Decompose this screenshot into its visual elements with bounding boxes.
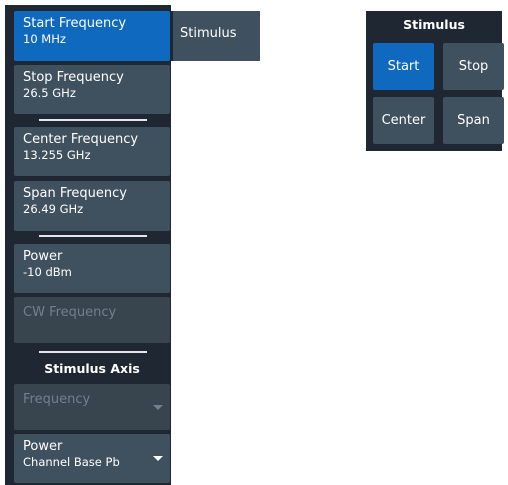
stop-frequency-label: Stop Frequency (23, 70, 124, 85)
center-frequency-value: 13.255 GHz (23, 148, 91, 162)
stop-frequency-button[interactable]: Stop Frequency 26.5 GHz (14, 65, 170, 114)
softkey-panel: Start Frequency 10 MHz Stop Frequency 26… (5, 5, 171, 485)
stimulus-toolbar-title: Stimulus (403, 17, 465, 32)
stop-frequency-value: 26.5 GHz (23, 86, 76, 100)
center-frequency-button[interactable]: Center Frequency 13.255 GHz (14, 127, 170, 176)
cw-frequency-button[interactable]: CW Frequency (14, 297, 170, 343)
axis-power-value: Channel Base Pb (23, 455, 120, 469)
chevron-down-icon (153, 405, 163, 410)
divider (39, 235, 147, 237)
center-frequency-label: Center Frequency (23, 132, 139, 147)
chevron-down-icon (153, 456, 163, 461)
stimulus-axis-heading: Stimulus Axis (44, 361, 140, 376)
axis-power-select[interactable]: Power Channel Base Pb (14, 434, 170, 483)
power-value: -10 dBm (23, 265, 72, 279)
divider (39, 351, 147, 353)
axis-frequency-label: Frequency (23, 392, 91, 407)
cw-frequency-label: CW Frequency (23, 305, 117, 320)
span-button[interactable]: Span (443, 97, 504, 144)
center-button[interactable]: Center (373, 97, 434, 144)
stimulus-toolbar: Stimulus Start Stop Center Span (366, 11, 504, 151)
start-button[interactable]: Start (373, 43, 434, 90)
axis-power-label: Power (23, 439, 63, 454)
divider (39, 119, 147, 121)
span-frequency-label: Span Frequency (23, 186, 127, 201)
start-frequency-label: Start Frequency (23, 16, 127, 31)
span-frequency-button[interactable]: Span Frequency 26.49 GHz (14, 181, 170, 231)
axis-frequency-select[interactable]: Frequency (14, 384, 170, 430)
start-frequency-button[interactable]: Start Frequency 10 MHz (14, 11, 170, 61)
start-frequency-value: 10 MHz (23, 32, 66, 46)
stop-button[interactable]: Stop (443, 43, 504, 90)
power-label: Power (23, 249, 63, 264)
power-button[interactable]: Power -10 dBm (14, 244, 170, 293)
stimulus-tab[interactable]: Stimulus (171, 11, 260, 61)
span-frequency-value: 26.49 GHz (23, 202, 84, 216)
